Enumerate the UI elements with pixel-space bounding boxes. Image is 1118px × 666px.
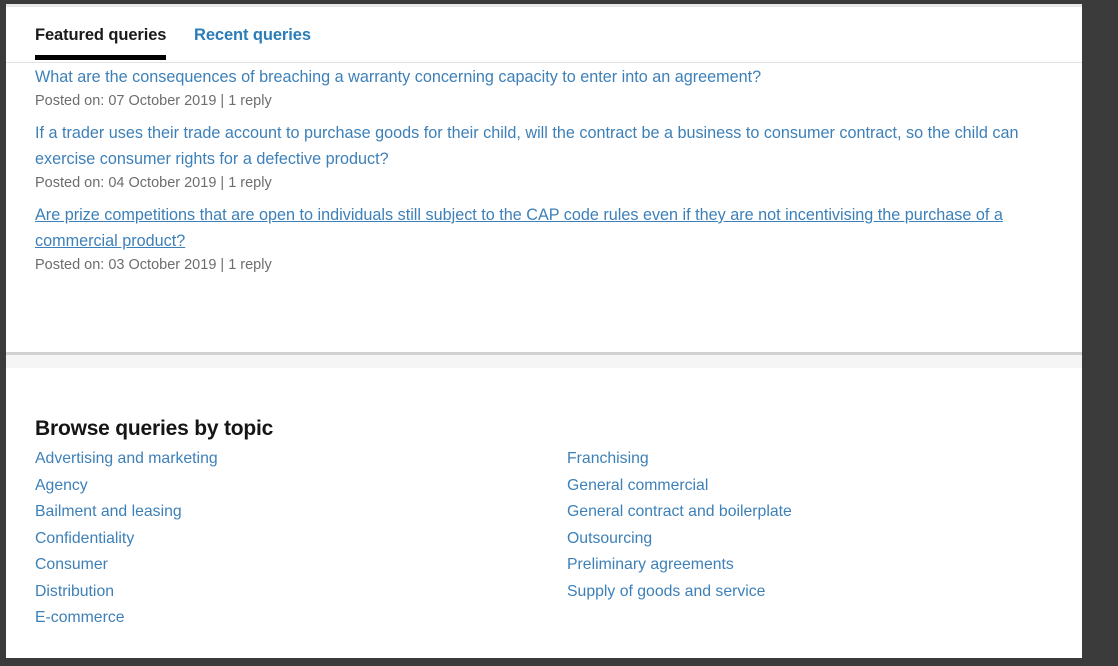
query-meta: Posted on: 04 October 2019 | 1 reply: [35, 175, 272, 191]
topic-link-general-commercial[interactable]: General commercial: [567, 473, 792, 500]
topic-link-distribution[interactable]: Distribution: [35, 579, 218, 606]
topic-link-franchising[interactable]: Franchising: [567, 446, 792, 473]
query-list: What are the consequences of breaching a…: [6, 64, 1082, 276]
featured-queries-panel: Featured queries Recent queries What are…: [6, 4, 1082, 352]
query-list-item: What are the consequences of breaching a…: [6, 64, 1082, 112]
topic-link-bailment-and-leasing[interactable]: Bailment and leasing: [35, 499, 218, 526]
query-title-link[interactable]: If a trader uses their trade account to …: [35, 120, 1045, 172]
query-list-item: If a trader uses their trade account to …: [6, 120, 1082, 194]
topic-link-general-contract-and-boilerplate[interactable]: General contract and boilerplate: [567, 499, 792, 526]
query-title-link[interactable]: Are prize competitions that are open to …: [35, 202, 1045, 254]
topic-link-consumer[interactable]: Consumer: [35, 552, 218, 579]
query-meta: Posted on: 03 October 2019 | 1 reply: [35, 257, 272, 273]
topic-link-confidentiality[interactable]: Confidentiality: [35, 526, 218, 553]
query-list-item: Are prize competitions that are open to …: [6, 202, 1082, 276]
query-tabs: Featured queries Recent queries: [6, 7, 1082, 63]
topic-link-e-commerce[interactable]: E-commerce: [35, 605, 218, 632]
tab-recent-queries[interactable]: Recent queries: [194, 26, 311, 45]
topic-column-left: Advertising and marketing Agency Bailmen…: [35, 446, 218, 632]
query-title-link[interactable]: What are the consequences of breaching a…: [35, 64, 1045, 90]
topic-column-right: Franchising General commercial General c…: [567, 446, 792, 605]
topic-link-agency[interactable]: Agency: [35, 473, 218, 500]
topic-link-advertising-and-marketing[interactable]: Advertising and marketing: [35, 446, 218, 473]
browse-topics-panel: Browse queries by topic Advertising and …: [6, 368, 1082, 658]
browser-viewport: Featured queries Recent queries What are…: [0, 0, 1118, 666]
topic-link-outsourcing[interactable]: Outsourcing: [567, 526, 792, 553]
query-meta: Posted on: 07 October 2019 | 1 reply: [35, 93, 272, 109]
section-divider: [6, 352, 1082, 368]
page-title: Browse queries by topic: [35, 417, 274, 441]
topic-link-supply-of-goods-and-service[interactable]: Supply of goods and service: [567, 579, 792, 606]
topic-link-preliminary-agreements[interactable]: Preliminary agreements: [567, 552, 792, 579]
tab-featured-queries[interactable]: Featured queries: [35, 26, 167, 60]
